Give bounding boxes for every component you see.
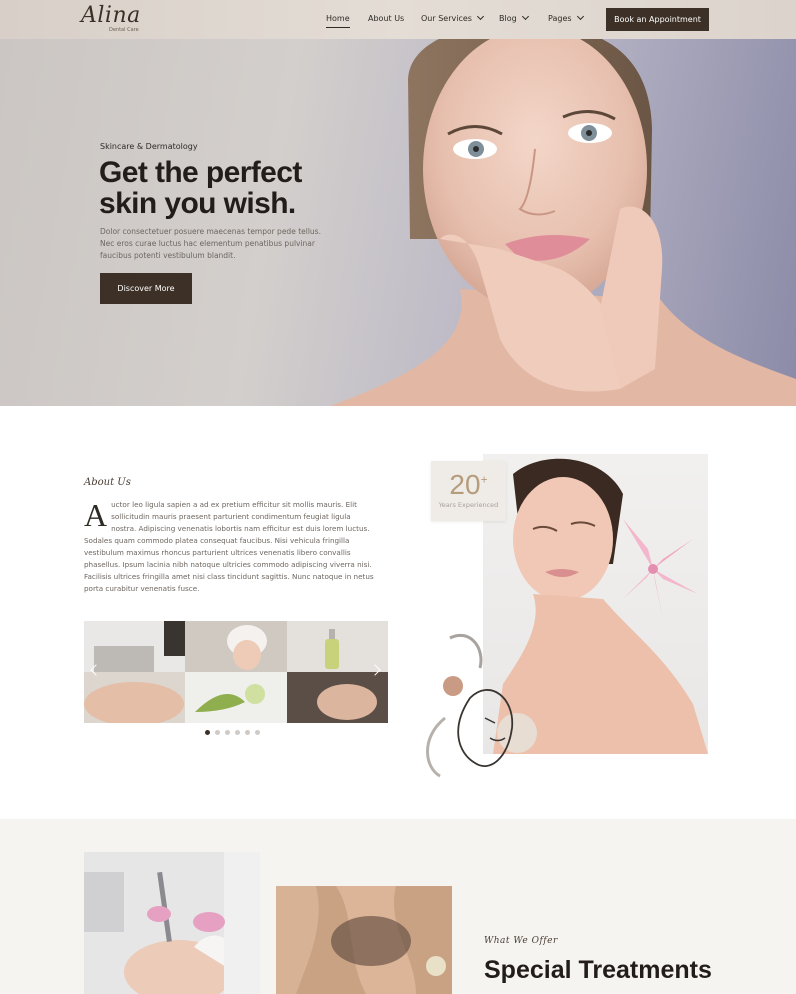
gallery-image-serum bbox=[286, 621, 388, 672]
services-section-label: What We Offer bbox=[484, 936, 558, 946]
hero-title: Get the perfect skin you wish. bbox=[99, 156, 302, 220]
nav-home[interactable]: Home bbox=[326, 14, 350, 28]
nav-our-services[interactable]: Our Services bbox=[421, 12, 484, 23]
experience-plus: + bbox=[480, 472, 488, 487]
nav-pages[interactable]: Pages bbox=[548, 12, 584, 23]
nav-blog-label: Blog bbox=[499, 14, 517, 23]
carousel-dot[interactable] bbox=[245, 730, 250, 735]
hero-eyebrow: Skincare & Dermatology bbox=[100, 142, 198, 151]
gallery-image-clinic bbox=[84, 621, 186, 672]
about-body-text: uctor leo ligula sapien a ad ex pretium … bbox=[84, 500, 374, 593]
top-navigation: Alina Dental Care Home About Us Our Serv… bbox=[0, 0, 796, 39]
face-line-art-decoration bbox=[426, 633, 537, 778]
hero-model-image bbox=[330, 39, 796, 406]
services-title: Special Treatments bbox=[484, 956, 712, 984]
brand-tagline: Dental Care bbox=[109, 27, 139, 33]
carousel-dot[interactable] bbox=[215, 730, 220, 735]
chevron-down-icon bbox=[521, 12, 529, 21]
about-dropcap: A bbox=[84, 497, 108, 533]
brand-logo[interactable]: Alina Dental Care bbox=[81, 3, 141, 33]
gallery-image-facial-tools bbox=[286, 672, 388, 723]
nav-blog[interactable]: Blog bbox=[499, 12, 529, 23]
chevron-down-icon bbox=[576, 12, 584, 21]
carousel-dot[interactable] bbox=[225, 730, 230, 735]
experience-badge: 20+ Years Experienced bbox=[431, 461, 506, 521]
service-image-microneedling bbox=[84, 852, 260, 994]
brand-name: Alina bbox=[81, 3, 141, 28]
experience-number-value: 20 bbox=[449, 469, 481, 500]
nav-pages-label: Pages bbox=[548, 14, 572, 23]
about-paragraph: Auctor leo ligula sapien a ad ex pretium… bbox=[84, 499, 374, 595]
carousel-pagination bbox=[205, 730, 260, 735]
experience-number: 20+ bbox=[431, 469, 506, 501]
carousel-dot[interactable] bbox=[205, 730, 210, 735]
hero-section: Skincare & Dermatology Get the perfect s… bbox=[0, 39, 796, 406]
carousel-dot[interactable] bbox=[235, 730, 240, 735]
service-image-massage bbox=[276, 886, 452, 994]
nav-our-services-label: Our Services bbox=[421, 14, 472, 23]
gallery-image-leaves bbox=[185, 672, 287, 723]
about-section-label: About Us bbox=[84, 477, 131, 488]
nav-about-us[interactable]: About Us bbox=[368, 14, 404, 23]
chevron-down-icon bbox=[476, 12, 484, 21]
gallery-image-back-treatment bbox=[84, 672, 186, 723]
discover-more-button[interactable]: Discover More bbox=[100, 273, 192, 304]
experience-label: Years Experienced bbox=[438, 501, 499, 509]
hero-description: Dolor consectetuer posuere maecenas temp… bbox=[100, 227, 321, 260]
gallery-image-towel-face bbox=[185, 621, 287, 672]
carousel-dot[interactable] bbox=[255, 730, 260, 735]
treatment-gallery-carousel[interactable] bbox=[84, 621, 388, 723]
book-appointment-button[interactable]: Book an Appointment bbox=[606, 8, 709, 31]
